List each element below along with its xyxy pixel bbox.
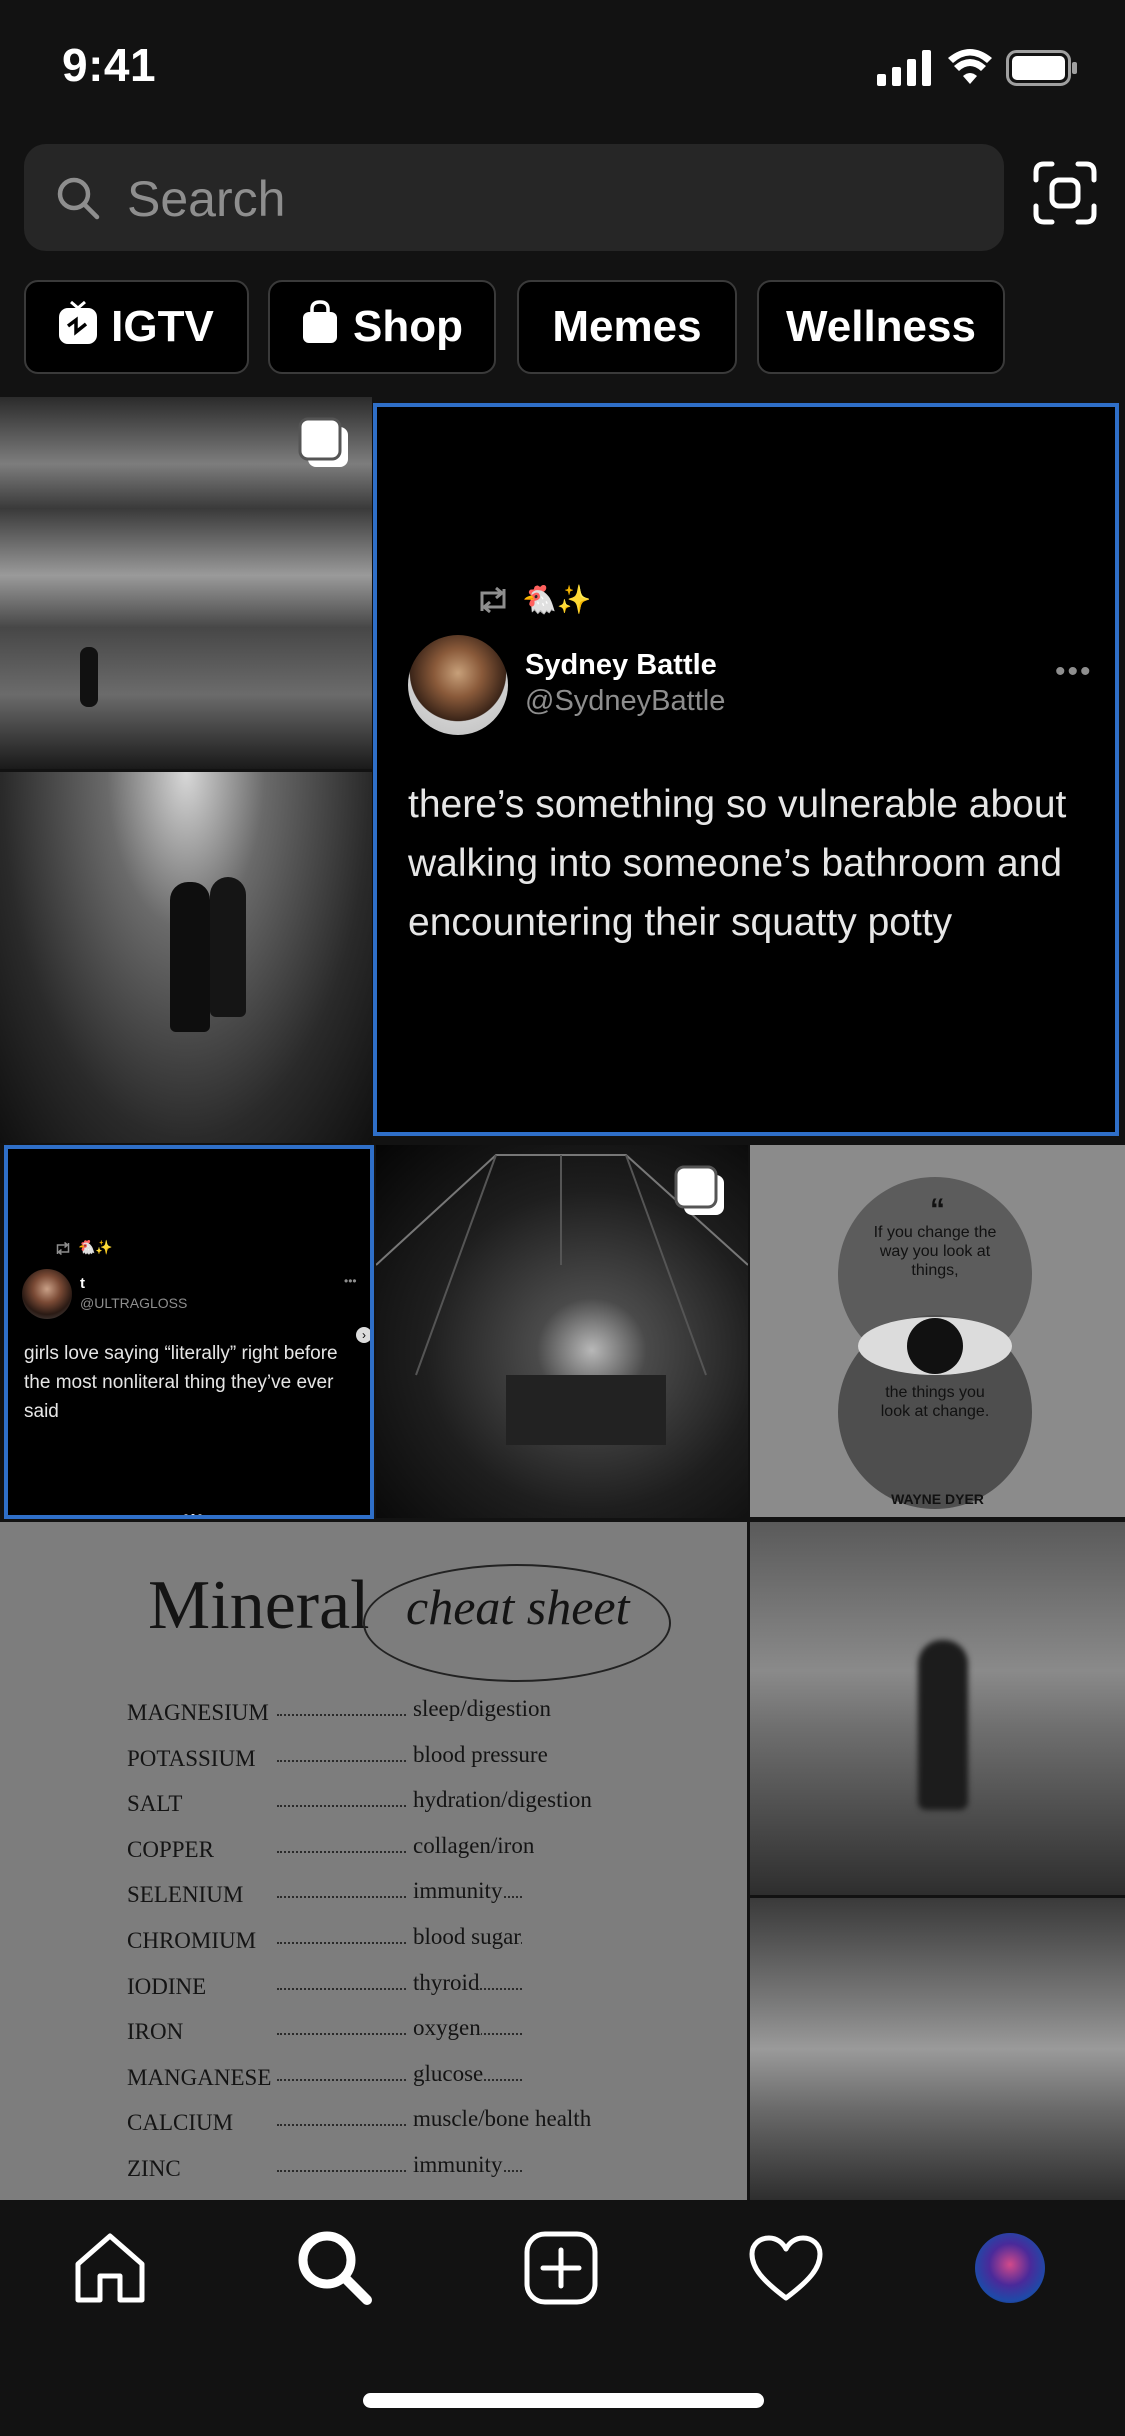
mineral-row: MAGNESIUM sleep/digestion (127, 1696, 647, 1730)
mineral-name: MANGANESE (127, 2064, 278, 2091)
mineral-use: oxygen (407, 2015, 481, 2042)
explore-post-street[interactable] (0, 397, 372, 769)
wifi-icon (948, 48, 992, 91)
tweet-author-handle: @SydneyBattle (525, 685, 726, 717)
new-post-icon[interactable] (523, 2230, 599, 2311)
home-icon[interactable] (72, 2230, 148, 2311)
mineral-use: blood sugar (407, 1924, 521, 1950)
quote-mark: “ (930, 1193, 945, 1226)
chip-label: IGTV (111, 302, 214, 351)
mineral-name: IRON (127, 2019, 190, 2046)
mineral-name: MAGNESIUM (127, 1700, 275, 1726)
tweet-emojis: 🐔✨ (78, 1239, 113, 1255)
igtv-icon (59, 300, 98, 355)
mineral-use: immunity (407, 2152, 503, 2178)
quote-text-bottom: the things you look at change. (880, 1384, 990, 1420)
mineral-name: SALT (127, 1791, 189, 1818)
mineral-name: CALCIUM (127, 2110, 240, 2137)
mineral-use: glucose (407, 2060, 484, 2087)
search-input[interactable]: Search (24, 144, 1004, 251)
explore-post-blur[interactable] (750, 1898, 1125, 2200)
tweet-emojis: 🐔✨ (522, 584, 592, 615)
leader-dots (277, 2033, 522, 2036)
chip-label: Memes (552, 302, 702, 351)
chip-memes[interactable]: Memes (517, 280, 737, 374)
tweet-text: girls love saying “literally” right befo… (24, 1343, 338, 1422)
mineral-row: SALT hydration/digestion (127, 1787, 647, 1821)
mineral-row: POTASSIUM blood pressure (127, 1741, 647, 1776)
search-icon (54, 174, 102, 227)
chip-label: Shop (353, 302, 463, 351)
mineral-subtitle: cheat sheet (406, 1579, 630, 1635)
chevron-right-icon[interactable]: › (356, 1327, 370, 1343)
quote-author: WAYNE DYER (891, 1491, 984, 1507)
person-silhouette (210, 877, 246, 1017)
chip-label: Wellness (786, 302, 976, 351)
avatar[interactable] (22, 1269, 72, 1319)
explore-post-tweet-large[interactable]: 🐔✨ Sydney Battle @SydneyBattle ••• there… (373, 403, 1119, 1136)
chip-shop[interactable]: Shop (268, 280, 496, 374)
leader-dots (277, 1987, 522, 1990)
chip-igtv[interactable]: IGTV (24, 280, 249, 374)
tweet-author-handle: @ULTRAGLOSS (80, 1295, 188, 1311)
explore-post-tweet-small[interactable]: 🐔✨ t @ULTRAGLOSS ••• girls love saying “… (4, 1145, 374, 1519)
retweet-icon (54, 1241, 72, 1261)
quote-text-top: If you change the way you look at things… (873, 1224, 997, 1279)
retweet-icon (475, 585, 511, 620)
mineral-name: COPPER (127, 1836, 220, 1863)
shopping-bag-icon (301, 299, 339, 355)
cellular-signal-icon (877, 50, 933, 91)
explore-post-rain[interactable] (0, 772, 372, 1143)
avatar[interactable] (408, 635, 508, 735)
battery-icon (1006, 50, 1078, 91)
heart-icon[interactable] (748, 2234, 824, 2307)
mineral-use: sleep/digestion (407, 1696, 551, 1722)
mineral-row: ZINC immunity (127, 2152, 647, 2186)
mineral-row: IODINE thyroid (127, 1969, 647, 2004)
person-silhouette (80, 647, 98, 707)
person-silhouette (918, 1640, 968, 1810)
person-silhouette (170, 882, 210, 1032)
mineral-title: Mineral (148, 1567, 370, 1644)
multiple-posts-icon (674, 1165, 726, 1222)
mineral-row: IRON oxygen (127, 2015, 647, 2049)
explore-post-quote[interactable]: “ If you change the way you look at thin… (750, 1145, 1125, 1517)
mineral-row: MANGANESE glucose (127, 2060, 647, 2095)
more-options-icon[interactable]: ••• (1055, 655, 1093, 689)
tweet-author-name: t (80, 1275, 85, 1292)
tweet-text: there’s something so vulnerable about wa… (408, 783, 1067, 944)
search-placeholder: Search (127, 171, 286, 227)
carousel-dots (184, 1505, 202, 1515)
eye-pupil (907, 1318, 963, 1374)
tweet-author-name: Sydney Battle (525, 649, 717, 681)
mineral-row: COPPER collagen/iron (127, 1832, 647, 1867)
mineral-use: hydration/digestion (407, 1787, 592, 1814)
mineral-use: thyroid (407, 1969, 480, 1996)
mineral-row: CALCIUM muscle/bone health (127, 2106, 647, 2140)
mineral-row: SELENIUM immunity (127, 1878, 647, 1912)
leader-dots (277, 2078, 522, 2081)
search-icon[interactable] (295, 2228, 375, 2313)
mineral-use: muscle/bone health (407, 2106, 592, 2133)
status-time: 9:41 (62, 39, 157, 91)
mineral-name: SELENIUM (127, 1882, 250, 1909)
mineral-use: immunity (407, 1878, 503, 1905)
explore-post-tent[interactable] (376, 1145, 748, 1518)
mineral-name: ZINC (127, 2156, 187, 2182)
more-options-icon[interactable]: ••• (344, 1274, 357, 1288)
profile-avatar[interactable] (975, 2233, 1045, 2303)
mineral-row: CHROMIUM blood sugar (127, 1924, 647, 1958)
chip-wellness[interactable]: Wellness (757, 280, 1005, 374)
multiple-posts-icon (298, 417, 350, 474)
mineral-use: collagen/iron (407, 1832, 535, 1859)
explore-post-foggy-field[interactable] (750, 1522, 1125, 1895)
mineral-name: POTASSIUM (127, 1745, 262, 1772)
scan-code-icon[interactable] (1032, 160, 1098, 231)
mineral-use: blood pressure (407, 1741, 548, 1768)
explore-post-mineral-cheat-sheet[interactable]: Mineral cheat sheet MAGNESIUM sleep/diges… (0, 1522, 747, 2200)
home-indicator (363, 2393, 764, 2408)
mineral-name: IODINE (127, 1973, 213, 2000)
mineral-name: CHROMIUM (127, 1928, 263, 1954)
